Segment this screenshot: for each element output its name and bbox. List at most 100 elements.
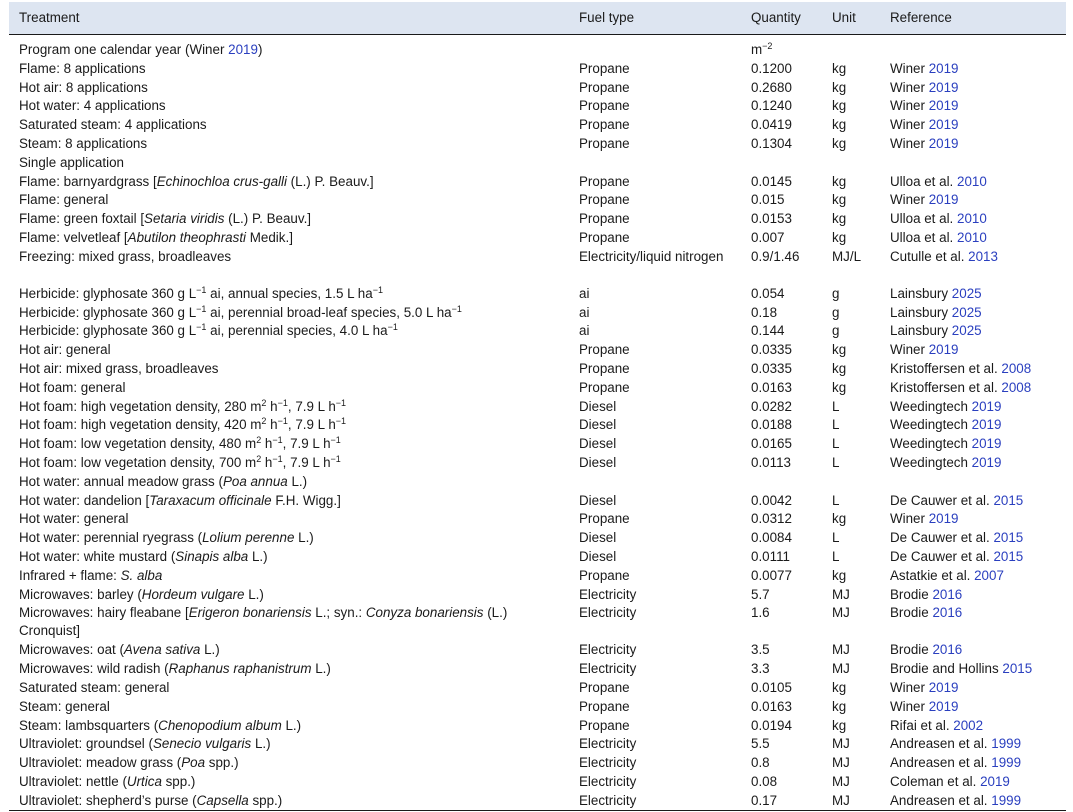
cell-text-q: 0.17 xyxy=(751,792,778,808)
table-row: Flame: barnyardgrass [Echinochloa crus-g… xyxy=(9,173,1066,192)
cell-unit: kg xyxy=(832,135,847,151)
cell-quantity: 0.0042 xyxy=(741,492,822,511)
cell-text-ta: L.) xyxy=(287,473,308,489)
cell-quantity: 0.17 xyxy=(741,791,822,812)
reference-year-link[interactable]: 2015 xyxy=(993,530,1023,545)
reference-year-link[interactable]: 2019 xyxy=(929,680,959,695)
cell-text-s3: −1 xyxy=(330,435,341,446)
cell-treatment: Hot foam: general xyxy=(9,379,569,398)
cell-reference xyxy=(880,35,1066,60)
cell-treatment: Single application xyxy=(9,154,569,173)
cell-text-s1: −1 xyxy=(196,303,207,314)
reference-year-link[interactable]: 2016 xyxy=(932,642,962,657)
reference-year-link[interactable]: 2010 xyxy=(957,174,987,189)
cell-fuel-type: Electricity xyxy=(579,605,637,621)
cell-text-ra: Astatkie et al. xyxy=(890,567,975,583)
reference-year-link[interactable]: 1999 xyxy=(991,736,1021,751)
cell-text-ra: Lainsbury xyxy=(890,304,952,320)
cell-reference: Winer 2019 xyxy=(880,116,1066,135)
cell-quantity: 0.1304 xyxy=(741,135,822,154)
reference-year-link[interactable]: 2019 xyxy=(929,699,959,714)
reference-year-link[interactable]: 2016 xyxy=(932,587,962,602)
reference-year-link[interactable]: 2019 xyxy=(929,192,959,207)
table-row: Microwaves: barley (Hordeum vulgare L.) E… xyxy=(9,586,1066,605)
cell-treatment: Steam: general xyxy=(9,698,569,717)
reference-year-link[interactable]: 1999 xyxy=(991,755,1021,770)
cell-text-q: 0.0111 xyxy=(751,548,790,564)
reference-year-link[interactable]: 2008 xyxy=(1001,361,1031,376)
reference-year-link[interactable]: 2016 xyxy=(932,605,962,620)
cell-fuel-type: Diesel xyxy=(579,548,617,564)
cell-text-ta: L.) xyxy=(251,736,271,752)
cell-text-q: 0.007 xyxy=(751,229,785,245)
reference-year-link[interactable]: 2015 xyxy=(993,493,1023,508)
cell-unit: MJ xyxy=(832,586,850,602)
reference-year-link[interactable]: 2019 xyxy=(980,774,1010,789)
cell-quantity: 0.1240 xyxy=(741,97,822,116)
reference-year-link[interactable]: 2013 xyxy=(968,249,998,264)
cell-quantity: 0.0153 xyxy=(741,210,822,229)
reference-year-link[interactable]: 2019 xyxy=(929,117,959,132)
reference-year-link[interactable]: 2025 xyxy=(952,286,982,301)
reference-year-link[interactable]: 2019 xyxy=(972,417,1002,432)
reference-year-link[interactable]: 2019 xyxy=(929,80,959,95)
reference-year-link[interactable]: 2002 xyxy=(953,718,983,733)
reference-year-link[interactable]: 2025 xyxy=(952,305,982,320)
reference-year-link[interactable]: 2019 xyxy=(929,342,959,357)
cell-reference xyxy=(880,473,1066,492)
reference-year-link[interactable]: 2019 xyxy=(929,136,959,151)
reference-year-link[interactable]: 2015 xyxy=(1002,661,1032,676)
cell-treatment: Hot water: general xyxy=(9,510,569,529)
reference-year-link[interactable]: 2008 xyxy=(1001,380,1031,395)
cell-unit: MJ xyxy=(822,791,880,812)
cell-text-t3: , 7.9 L h xyxy=(287,398,336,414)
cell-quantity: 0.0163 xyxy=(741,379,822,398)
reference-year-link[interactable]: 1999 xyxy=(991,793,1021,808)
cell-fuel-type: Diesel xyxy=(579,454,617,470)
header-unit: Unit xyxy=(822,2,880,35)
cell-text-q: 0.0084 xyxy=(751,530,792,546)
cell-reference: Winer 2019 xyxy=(880,679,1066,698)
cell-text-t: Hot foam: general xyxy=(19,379,126,395)
reference-year-link[interactable]: 2019 xyxy=(929,61,959,76)
cell-text-t: Single application xyxy=(19,154,124,170)
cell-reference: Winer 2019 xyxy=(880,97,1066,116)
cell-treatment: Freezing: mixed grass, broadleaves xyxy=(9,248,569,285)
cell-text-ti: Erigeron bonariensis xyxy=(188,605,312,621)
table-row: Steam: general Propane 0.0163 kg Winer 2019 xyxy=(9,698,1066,717)
cell-text-ra: Weedingtech xyxy=(890,398,972,414)
reference-year-link[interactable]: 2015 xyxy=(993,549,1023,564)
reference-year-link[interactable]: 2019 xyxy=(972,436,1002,451)
cell-unit: L xyxy=(832,398,840,414)
cell-unit: kg xyxy=(832,79,847,95)
reference-year-link[interactable]: 2019 xyxy=(929,98,959,113)
cell-treatment: Hot air: general xyxy=(9,341,569,360)
cell-fuel-type: Electricity xyxy=(579,755,637,771)
cell-text-ra: Lainsbury xyxy=(890,323,952,339)
reference-year-link[interactable]: 2019 xyxy=(929,511,959,526)
cell-treatment: Microwaves: barley (Hordeum vulgare L.) xyxy=(9,586,569,605)
cell-text-t: Flame: velvetleaf [ xyxy=(19,229,128,245)
cell-text-t: Hot water: dandelion [ xyxy=(19,492,150,508)
cell-fuel-type: Propane xyxy=(579,117,630,133)
cell-unit: MJ xyxy=(832,605,850,621)
cell-quantity: 3.5 xyxy=(741,641,822,660)
cell-quantity: 0.007 xyxy=(741,229,822,248)
cell-text-s3: −1 xyxy=(335,416,347,427)
reference-year-link[interactable]: 2007 xyxy=(974,568,1004,583)
cell-text-s3: −1 xyxy=(330,453,341,464)
cell-text-t: Flame: 8 applications xyxy=(19,60,146,76)
cell-quantity: 0.0111 xyxy=(741,548,822,567)
reference-year-link[interactable]: 2019 xyxy=(972,399,1002,414)
reference-year-link[interactable]: 2010 xyxy=(957,211,987,226)
reference-year-link[interactable]: 2010 xyxy=(957,230,987,245)
cell-text-q: 5.5 xyxy=(751,736,770,752)
cell-text-t: Herbicide: glyphosate 360 g L xyxy=(19,304,197,320)
reference-year-link[interactable]: 2019 xyxy=(972,455,1002,470)
cell-quantity: 0.144 xyxy=(741,322,822,341)
cell-text-qsup: −2 xyxy=(762,41,773,51)
cell-text-t2: h xyxy=(261,436,273,452)
cell-reference: Ulloa et al. 2010 xyxy=(880,210,1066,229)
reference-year-link[interactable]: 2025 xyxy=(952,323,982,338)
treatment-energy-table: Treatment Fuel type Quantity Unit Refere… xyxy=(9,2,1066,812)
